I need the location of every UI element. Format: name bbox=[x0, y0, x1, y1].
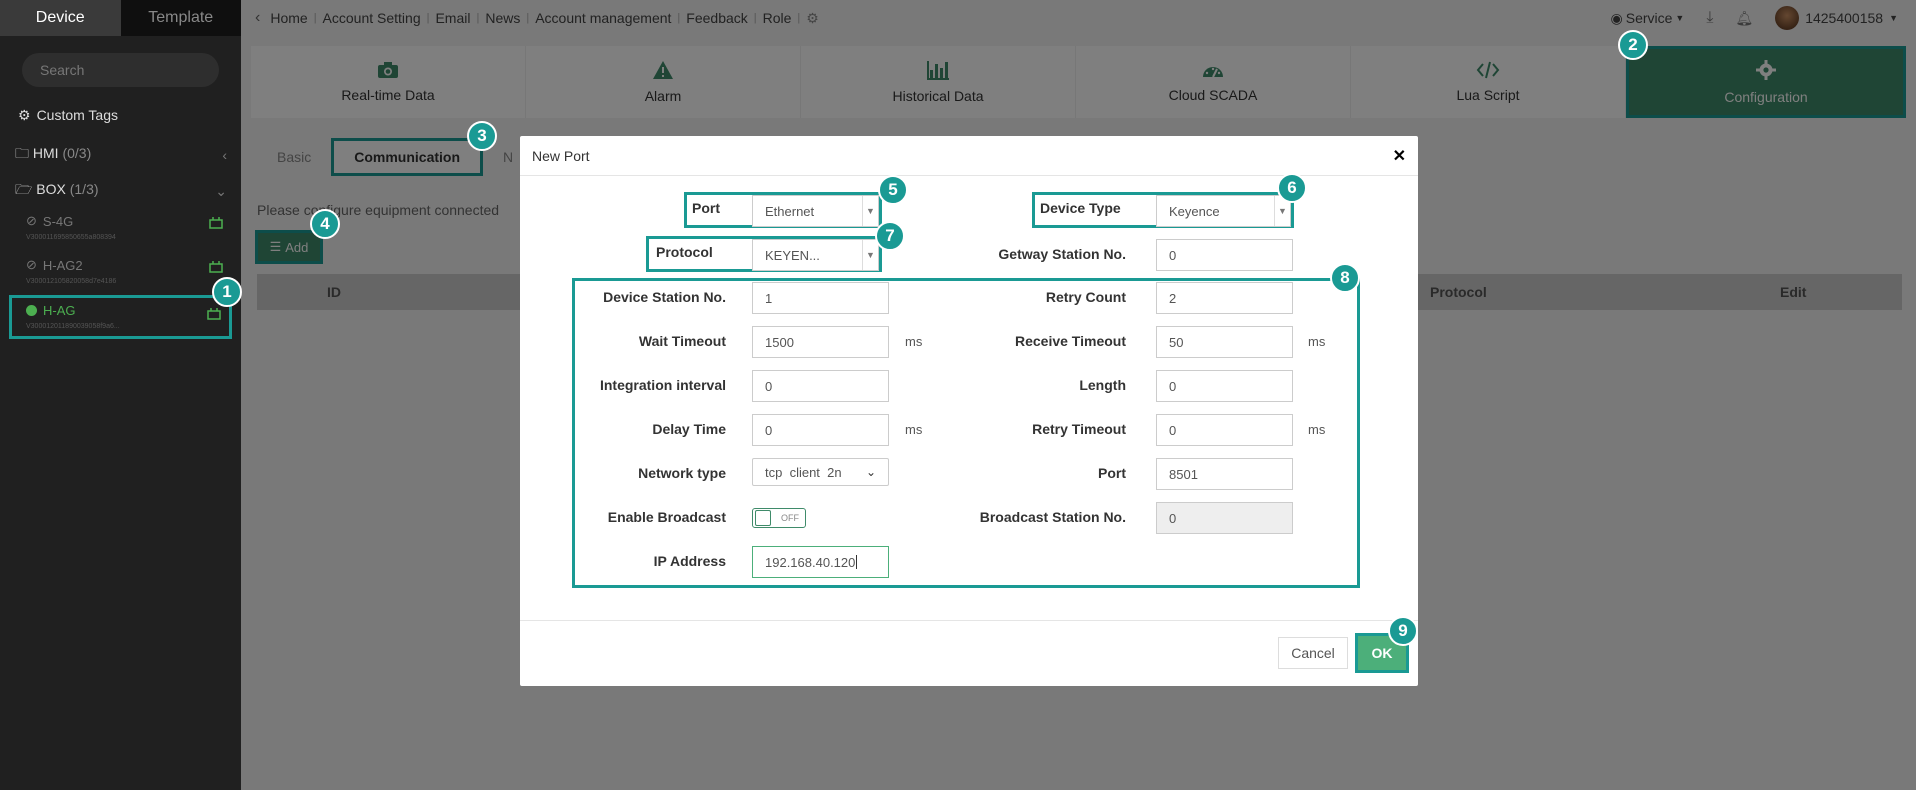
group-hmi[interactable]: 🗀 HMI (0/3) ‹ bbox=[0, 143, 241, 167]
protocol-value: KEYEN... bbox=[765, 247, 820, 263]
close-icon[interactable]: ✕ bbox=[1393, 146, 1406, 166]
wait-timeout-label: Wait Timeout bbox=[638, 333, 726, 349]
step-badge-7: 7 bbox=[875, 221, 905, 251]
tab-template[interactable]: Template bbox=[120, 0, 241, 36]
step-badge-2: 2 bbox=[1618, 30, 1648, 60]
receive-timeout-input[interactable]: 50 bbox=[1156, 326, 1293, 358]
ip-address-value: 192.168.40.120 bbox=[765, 554, 856, 570]
network-port-input[interactable]: 8501 bbox=[1156, 458, 1293, 490]
retry-timeout-unit: ms bbox=[1308, 422, 1326, 437]
ip-address-input[interactable]: 192.168.40.120 bbox=[752, 546, 889, 578]
integration-interval-label: Integration interval bbox=[599, 377, 726, 393]
device-type-label: Device Type bbox=[1040, 200, 1121, 216]
chevron-down-icon: ⌄ bbox=[865, 465, 876, 479]
broadcast-station-label: Broadcast Station No. bbox=[979, 509, 1126, 525]
device-config-icon[interactable] bbox=[209, 261, 223, 273]
search-input[interactable] bbox=[40, 62, 221, 78]
toggle-knob bbox=[755, 510, 771, 526]
chevron-left-icon: ‹ bbox=[222, 147, 227, 163]
broadcast-station-input: 0 bbox=[1156, 502, 1293, 534]
toggle-state: OFF bbox=[781, 513, 799, 523]
retry-count-input[interactable]: 2 bbox=[1156, 282, 1293, 314]
caret-down-icon: ▼ bbox=[862, 240, 878, 270]
delay-time-unit: ms bbox=[905, 422, 923, 437]
retry-timeout-label: Retry Timeout bbox=[1032, 421, 1126, 437]
dialog-header: New Port ✕ bbox=[520, 136, 1418, 176]
cancel-button[interactable]: Cancel bbox=[1278, 637, 1348, 669]
enable-broadcast-label: Enable Broadcast bbox=[607, 509, 726, 525]
gateway-station-input[interactable]: 0 bbox=[1156, 239, 1293, 271]
port-select[interactable]: Ethernet ▼ bbox=[752, 195, 879, 227]
device-type-value: Keyence bbox=[1169, 203, 1220, 219]
network-type-value: tcp client 2n bbox=[765, 464, 842, 480]
length-label: Length bbox=[1079, 377, 1126, 393]
offline-icon: ⊘ bbox=[26, 257, 37, 272]
device-id: V300011695850655a808394 bbox=[26, 234, 116, 241]
dialog-title: New Port bbox=[532, 147, 590, 164]
device-id: V300012105820058d7e4186 bbox=[26, 278, 117, 285]
device-id: V300012011890039058f9a6... bbox=[26, 323, 120, 330]
step-badge-8: 8 bbox=[1330, 263, 1360, 293]
protocol-label: Protocol bbox=[656, 244, 713, 260]
ip-address-label: IP Address bbox=[653, 553, 726, 569]
delay-time-label: Delay Time bbox=[652, 421, 726, 437]
sidebar: Device Template ⚙ Custom Tags 🗀 HMI (0/3… bbox=[0, 0, 241, 790]
custom-tags-link[interactable]: ⚙ Custom Tags bbox=[0, 105, 241, 125]
folder-open-icon: 🗁 bbox=[15, 181, 33, 197]
custom-tags-label: Custom Tags bbox=[36, 107, 119, 123]
wait-timeout-unit: ms bbox=[905, 334, 923, 349]
network-type-select[interactable]: tcp client 2n ⌄ bbox=[752, 458, 889, 486]
group-hmi-label: HMI bbox=[32, 145, 59, 161]
broadcast-toggle[interactable]: OFF bbox=[752, 508, 806, 528]
caret-down-icon: ▼ bbox=[862, 196, 878, 226]
group-box[interactable]: 🗁 BOX (1/3) ⌄ bbox=[0, 179, 241, 203]
device-item-hag[interactable]: H-AG V300012011890039058f9a6... bbox=[9, 295, 232, 339]
receive-timeout-label: Receive Timeout bbox=[1014, 333, 1126, 349]
length-input[interactable]: 0 bbox=[1156, 370, 1293, 402]
step-badge-3: 3 bbox=[467, 121, 497, 151]
wait-timeout-input[interactable]: 1500 bbox=[752, 326, 889, 358]
retry-count-label: Retry Count bbox=[1045, 289, 1126, 305]
dialog-footer: Cancel OK bbox=[520, 620, 1418, 686]
device-config-icon[interactable] bbox=[209, 217, 223, 229]
folder-icon: 🗀 bbox=[15, 145, 29, 161]
new-port-dialog: New Port ✕ Port Ethernet ▼ Device Type K… bbox=[520, 136, 1418, 686]
port-value: Ethernet bbox=[765, 203, 815, 219]
group-hmi-count: (0/3) bbox=[62, 145, 92, 161]
device-name: H-AG bbox=[43, 303, 76, 318]
receive-timeout-unit: ms bbox=[1308, 334, 1326, 349]
gateway-station-label: Getway Station No. bbox=[998, 246, 1126, 262]
group-box-label: BOX bbox=[36, 181, 66, 197]
sidebar-search bbox=[22, 53, 221, 87]
retry-timeout-input[interactable]: 0 bbox=[1156, 414, 1293, 446]
gear-icon: ⚙ bbox=[18, 106, 31, 123]
device-type-select[interactable]: Keyence ▼ bbox=[1156, 195, 1291, 227]
online-dot-icon bbox=[26, 305, 37, 316]
offline-icon: ⊘ bbox=[26, 213, 37, 228]
chevron-down-icon: ⌄ bbox=[215, 182, 227, 199]
step-badge-6: 6 bbox=[1277, 173, 1307, 203]
delay-time-input[interactable]: 0 bbox=[752, 414, 889, 446]
device-config-icon[interactable] bbox=[207, 308, 221, 320]
group-box-count: (1/3) bbox=[69, 181, 99, 197]
device-item-s4g[interactable]: ⊘ S-4G V300011695850655a808394 bbox=[0, 207, 241, 251]
device-station-label: Device Station No. bbox=[603, 289, 726, 305]
integration-interval-input[interactable]: 0 bbox=[752, 370, 889, 402]
port-label: Port bbox=[692, 200, 720, 216]
step-badge-1: 1 bbox=[212, 277, 242, 307]
network-port-label: Port bbox=[1098, 465, 1126, 481]
sidebar-tabs: Device Template bbox=[0, 0, 241, 36]
device-name: H-AG2 bbox=[42, 257, 83, 273]
protocol-select[interactable]: KEYEN... ▼ bbox=[752, 239, 879, 271]
device-item-hag2[interactable]: ⊘ H-AG2 V300012105820058d7e4186 bbox=[0, 251, 241, 295]
text-cursor bbox=[856, 555, 858, 569]
tab-device[interactable]: Device bbox=[0, 0, 121, 36]
step-badge-4: 4 bbox=[310, 209, 340, 239]
device-name: S-4G bbox=[42, 213, 74, 229]
device-station-input[interactable]: 1 bbox=[752, 282, 889, 314]
network-type-label: Network type bbox=[638, 465, 726, 481]
step-badge-9: 9 bbox=[1388, 616, 1418, 646]
step-badge-5: 5 bbox=[878, 175, 908, 205]
